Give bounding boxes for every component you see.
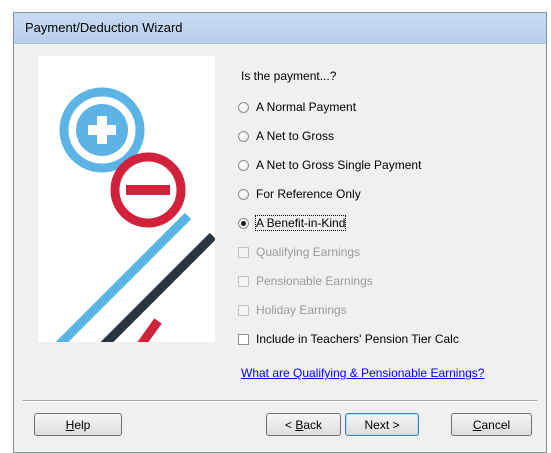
qualifying-earnings-help-link[interactable]: What are Qualifying & Pensionable Earnin…: [241, 366, 484, 380]
radio-button[interactable]: [238, 130, 249, 142]
cancel-button[interactable]: Cancel: [451, 413, 532, 436]
wizard-window: Payment/Deduction Wizard Is the payment.…: [13, 12, 547, 453]
checkbox[interactable]: [238, 333, 249, 345]
checkbox: [238, 246, 249, 258]
options-panel: Is the payment...? A Normal Payment A Ne…: [238, 13, 538, 393]
radio-label: A Net to Gross Single Payment: [256, 158, 422, 172]
back-button[interactable]: < Back: [266, 413, 341, 436]
help-button[interactable]: Help: [34, 413, 122, 436]
checkbox: [238, 304, 249, 316]
next-button[interactable]: Next >: [345, 413, 419, 436]
question-label: Is the payment...?: [241, 69, 337, 83]
radio-label: A Benefit-in-Kind: [254, 215, 347, 231]
radio-button[interactable]: [238, 101, 249, 113]
button-separator: [23, 400, 537, 402]
checkbox-teachers-pension[interactable]: Include in Teachers' Pension Tier Calc: [238, 330, 459, 348]
radio-net-to-gross[interactable]: A Net to Gross: [238, 127, 334, 145]
checkbox-label: Pensionable Earnings: [256, 274, 373, 288]
button-label-pre: <: [284, 417, 296, 432]
checkbox-label: Qualifying Earnings: [256, 245, 361, 259]
plus-icon: [59, 87, 145, 173]
checkbox-holiday-earnings: Holiday Earnings: [238, 301, 347, 319]
radio-benefit-in-kind[interactable]: A Benefit-in-Kind: [238, 214, 347, 232]
checkbox-pensionable-earnings: Pensionable Earnings: [238, 272, 373, 290]
radio-normal-payment[interactable]: A Normal Payment: [238, 98, 356, 116]
button-label-post: ack: [303, 417, 323, 432]
button-label-post: elp: [74, 417, 91, 432]
button-mnemonic: C: [472, 417, 482, 432]
radio-label: A Normal Payment: [256, 100, 357, 114]
button-label-post: ancel: [481, 417, 511, 432]
radio-button[interactable]: [238, 188, 249, 200]
radio-label: A Net to Gross: [256, 129, 335, 143]
wizard-illustration: [38, 56, 215, 342]
decorative-stripes-icon: [55, 212, 215, 342]
minus-icon: [110, 152, 186, 228]
window-title: Payment/Deduction Wizard: [25, 20, 183, 35]
checkbox-label: Holiday Earnings: [256, 303, 347, 317]
checkbox-qualifying-earnings: Qualifying Earnings: [238, 243, 360, 261]
checkbox: [238, 275, 249, 287]
radio-reference-only[interactable]: For Reference Only: [238, 185, 361, 203]
radio-button-selected[interactable]: [238, 217, 249, 229]
radio-net-to-gross-single[interactable]: A Net to Gross Single Payment: [238, 156, 421, 174]
radio-button[interactable]: [238, 159, 249, 171]
button-mnemonic: B: [295, 417, 304, 432]
button-mnemonic: H: [65, 417, 75, 432]
plus-minus-graphic: [55, 87, 215, 342]
radio-label: For Reference Only: [256, 187, 361, 201]
checkbox-label: Include in Teachers' Pension Tier Calc: [256, 332, 459, 346]
